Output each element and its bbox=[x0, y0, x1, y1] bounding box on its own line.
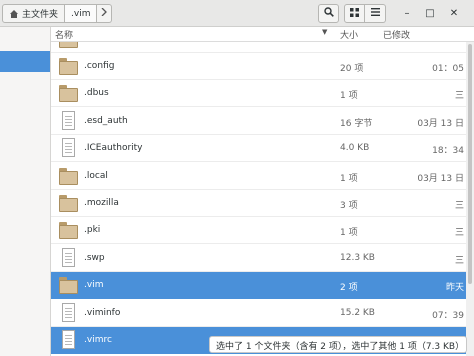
file-name: .mozilla bbox=[84, 198, 119, 208]
file-name: .pki bbox=[84, 225, 101, 236]
file-name: .vimrc bbox=[84, 335, 112, 345]
folder-icon bbox=[59, 42, 78, 49]
minimize-button[interactable]: – bbox=[401, 7, 413, 19]
home-icon bbox=[9, 9, 19, 19]
list-item[interactable]: .mozilla 3 项 三 bbox=[51, 190, 474, 217]
minimize-icon: – bbox=[404, 7, 410, 19]
file-icon bbox=[59, 330, 78, 350]
file-name: .ICEauthority bbox=[84, 143, 143, 154]
file-name: .dbus bbox=[84, 88, 109, 99]
column-modified[interactable]: 已修改 bbox=[383, 28, 410, 41]
column-name[interactable]: 名称 bbox=[55, 28, 73, 41]
file-modified: 18：34 bbox=[432, 146, 464, 157]
file-modified: 三 bbox=[454, 255, 464, 266]
breadcrumb-current[interactable]: .vim bbox=[65, 4, 98, 23]
file-modified: 昨天 bbox=[445, 283, 464, 294]
menu-button[interactable] bbox=[365, 4, 386, 23]
file-name: .swp bbox=[84, 252, 105, 263]
folder-icon bbox=[59, 193, 78, 213]
list-item[interactable]: .swp 12.3 KB 三 bbox=[51, 245, 474, 272]
file-name: .esd_auth bbox=[84, 115, 128, 126]
list-item[interactable]: .local 1 项 03月 13 日 bbox=[51, 163, 474, 190]
folder-icon bbox=[59, 56, 78, 76]
close-icon: ✕ bbox=[449, 7, 459, 19]
grid-view-icon bbox=[350, 7, 359, 20]
file-icon bbox=[59, 247, 78, 268]
file-size: 20 项 bbox=[340, 64, 364, 74]
file-modified: 三 bbox=[454, 228, 464, 239]
file-name: .viminfo bbox=[84, 307, 121, 318]
file-modified: 三 bbox=[454, 91, 464, 102]
file-modified: 07：39 bbox=[432, 310, 464, 321]
list-item[interactable]: .vim 2 项 昨天 bbox=[51, 272, 474, 300]
list-item[interactable]: .pki 1 项 三 bbox=[51, 217, 474, 245]
folder-icon bbox=[59, 220, 78, 240]
scrollbar-thumb[interactable] bbox=[468, 44, 472, 284]
file-size: 1 项 bbox=[340, 91, 358, 102]
sidebar-item-selected[interactable] bbox=[0, 51, 50, 72]
file-modified: 01：05 bbox=[432, 64, 464, 74]
list-item[interactable]: .viminfo 15.2 KB 07：39 bbox=[51, 300, 474, 327]
file-size: 15.2 KB bbox=[340, 307, 375, 318]
folder-icon bbox=[59, 275, 78, 295]
file-size: 2 项 bbox=[340, 283, 358, 294]
column-header: 名称 ▼ 大小 已修改 bbox=[51, 27, 474, 42]
breadcrumb-current-label: .vim bbox=[71, 8, 91, 19]
file-list: .config 20 项 01：05 .dbus 1 项三 .esd_auth 16 字节 0… bbox=[51, 42, 474, 356]
file-modified: 03月 13 日 bbox=[417, 118, 464, 129]
file-name: .vim bbox=[84, 280, 104, 291]
file-size: 16 字节 bbox=[340, 118, 373, 129]
breadcrumb-home-label: 主文件夹 bbox=[22, 10, 59, 20]
hamburger-menu-icon bbox=[370, 8, 380, 19]
breadcrumb-forward-button[interactable] bbox=[97, 4, 113, 23]
path-bar: 主文件夹 .vim bbox=[2, 4, 113, 23]
column-size[interactable]: 大小 bbox=[340, 28, 358, 41]
file-size: 1 项 bbox=[340, 173, 358, 184]
file-icon bbox=[59, 110, 78, 131]
close-button[interactable]: ✕ bbox=[448, 7, 460, 19]
file-modified: 03月 13 日 bbox=[417, 173, 464, 184]
file-size: 3 项 bbox=[340, 201, 358, 211]
list-item-partial[interactable] bbox=[51, 42, 474, 53]
search-button[interactable] bbox=[318, 4, 339, 23]
folder-icon bbox=[59, 83, 78, 103]
folder-icon bbox=[59, 166, 78, 186]
list-item[interactable]: .dbus 1 项 三 bbox=[51, 80, 474, 108]
list-item[interactable]: .esd_auth 16 字节 03月 13 日 bbox=[51, 108, 474, 135]
file-name: .config bbox=[84, 61, 115, 71]
file-icon bbox=[59, 302, 78, 323]
file-name: .local bbox=[84, 170, 108, 181]
maximize-icon: □ bbox=[425, 7, 435, 19]
sort-down-icon: ▼ bbox=[322, 28, 328, 36]
breadcrumb-home[interactable]: 主文件夹 bbox=[2, 4, 66, 23]
file-size: 12.3 KB bbox=[340, 252, 375, 263]
list-item[interactable]: .ICEauthority 4.0 KB 18：34 bbox=[51, 135, 474, 163]
file-modified: 三 bbox=[454, 201, 464, 211]
header-bar: 主文件夹 .vim – □ ✕ bbox=[0, 0, 474, 27]
file-size: 1 项 bbox=[340, 228, 358, 239]
search-icon bbox=[323, 7, 334, 20]
sidebar bbox=[0, 27, 51, 356]
chevron-right-icon bbox=[101, 7, 108, 19]
list-item[interactable]: .config 20 项 01：05 bbox=[51, 53, 474, 80]
file-icon bbox=[59, 138, 78, 158]
file-size: 4.0 KB bbox=[340, 143, 370, 154]
maximize-button[interactable]: □ bbox=[424, 7, 436, 19]
view-toggle-button[interactable] bbox=[344, 4, 365, 23]
status-bar: 选中了 1 个文件夹（含有 2 项），选中了其他 1 项（7.3 KB） bbox=[209, 336, 467, 353]
